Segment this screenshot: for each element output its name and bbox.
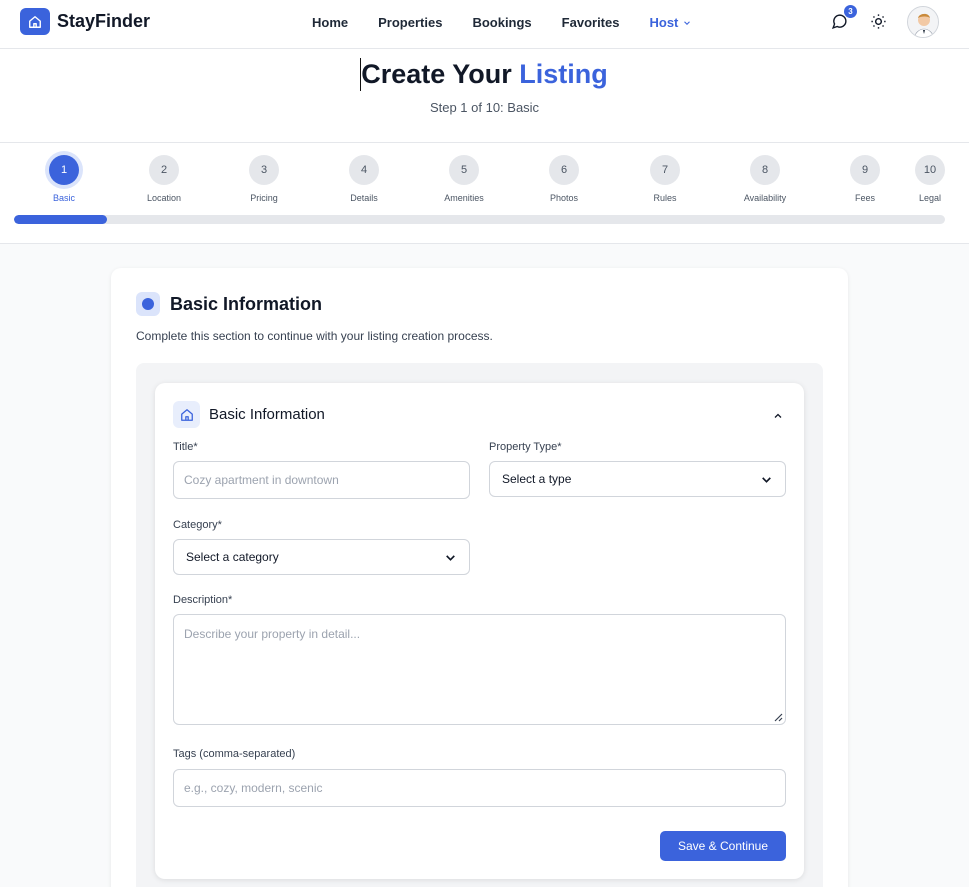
step-number: 2 (149, 155, 179, 185)
basic-info-section: Basic Information Title* Cozy apartment … (155, 383, 804, 879)
nav-home[interactable]: Home (312, 15, 348, 30)
tags-input-placeholder: e.g., cozy, modern, scenic (184, 781, 323, 795)
step-number: 4 (349, 155, 379, 185)
brand-name: StayFinder (57, 11, 151, 31)
nav-host-dropdown[interactable]: Host (649, 15, 692, 30)
nav-host-label: Host (649, 15, 679, 30)
description-placeholder: Describe your property in detail... (184, 627, 361, 641)
page-subtitle: Step 1 of 10: Basic (429, 100, 540, 115)
top-navbar: StayFinder Home Properties Bookings Favo… (0, 0, 969, 49)
step-availability[interactable]: 8 Availability (725, 155, 805, 203)
step-number: 3 (249, 155, 279, 185)
page-title-prefix: Create Your (361, 59, 512, 89)
page-title-highlight: Listing (519, 59, 608, 89)
step-number: 1 (49, 155, 79, 185)
card-description: Complete this section to continue with y… (136, 329, 493, 343)
chevron-down-icon (684, 20, 691, 25)
step-label: Photos (549, 193, 579, 203)
message-count-badge: 3 (844, 5, 857, 18)
home-icon (20, 8, 50, 35)
collapse-section-button[interactable] (772, 409, 784, 427)
step-label: Pricing (250, 193, 278, 203)
property-type-value: Select a type (502, 472, 572, 486)
step-number: 5 (449, 155, 479, 185)
step-rules[interactable]: 7 Rules (625, 155, 705, 203)
tags-input[interactable]: e.g., cozy, modern, scenic (173, 769, 786, 807)
description-label: Description* (173, 594, 233, 606)
step-label: Rules (653, 193, 677, 203)
brand-logo[interactable]: StayFinder (20, 8, 150, 35)
category-value: Select a category (186, 550, 279, 564)
step-label: Availability (743, 193, 787, 203)
category-select[interactable]: Select a category (173, 539, 470, 575)
text-cursor (360, 58, 361, 91)
resize-handle-icon[interactable] (773, 712, 783, 722)
step-label: Amenities (444, 193, 484, 203)
status-dot-icon (136, 292, 160, 316)
nav-properties[interactable]: Properties (378, 15, 442, 30)
page-title: Create Your Listing (0, 59, 969, 90)
chevron-down-icon (446, 554, 455, 561)
step-details[interactable]: 4 Details (324, 155, 404, 203)
step-number: 9 (850, 155, 880, 185)
progress-bar (14, 215, 945, 224)
nav-favorites[interactable]: Favorites (562, 15, 620, 30)
messages-button[interactable]: 3 (831, 5, 857, 31)
save-continue-button[interactable]: Save & Continue (660, 831, 786, 861)
home-icon (173, 401, 200, 428)
step-label: Legal (918, 193, 942, 203)
theme-toggle-button[interactable] (870, 13, 888, 31)
sun-icon (871, 14, 886, 29)
chevron-up-icon (774, 413, 782, 418)
title-input[interactable]: Cozy apartment in downtown (173, 461, 470, 499)
main-nav: Home Properties Bookings Favorites Host (312, 15, 722, 30)
description-textarea[interactable]: Describe your property in detail... (173, 614, 786, 725)
step-number: 8 (750, 155, 780, 185)
property-type-label: Property Type* (489, 441, 562, 453)
section-title: Basic Information (209, 406, 325, 423)
step-label: Location (146, 193, 182, 203)
tags-label: Tags (comma-separated) (173, 748, 296, 760)
user-avatar[interactable] (907, 6, 939, 38)
nav-bookings[interactable]: Bookings (472, 15, 531, 30)
title-input-placeholder: Cozy apartment in downtown (184, 473, 339, 487)
step-progress: 1 Basic 2 Location 3 Pricing 4 Details 5… (0, 143, 969, 244)
step-pricing[interactable]: 3 Pricing (224, 155, 304, 203)
step-basic[interactable]: 1 Basic (24, 155, 104, 203)
step-label: Basic (52, 193, 75, 203)
step-number: 6 (549, 155, 579, 185)
step-photos[interactable]: 6 Photos (524, 155, 604, 203)
property-type-select[interactable]: Select a type (489, 461, 786, 497)
step-amenities[interactable]: 5 Amenities (424, 155, 504, 203)
title-label: Title* (173, 441, 198, 453)
step-label: Details (350, 193, 378, 203)
progress-bar-fill (14, 215, 108, 224)
section-header[interactable]: Basic Information (173, 401, 325, 428)
page-header: Create Your Listing Step 1 of 10: Basic (0, 49, 969, 143)
card-title: Basic Information (170, 293, 323, 314)
step-location[interactable]: 2 Location (124, 155, 204, 203)
category-label: Category* (173, 519, 222, 531)
step-number: 10 (915, 155, 945, 185)
chevron-down-icon (762, 476, 771, 483)
step-number: 7 (650, 155, 680, 185)
card-header: Basic Information (136, 292, 322, 316)
step-legal[interactable]: 10 Legal (890, 155, 969, 203)
